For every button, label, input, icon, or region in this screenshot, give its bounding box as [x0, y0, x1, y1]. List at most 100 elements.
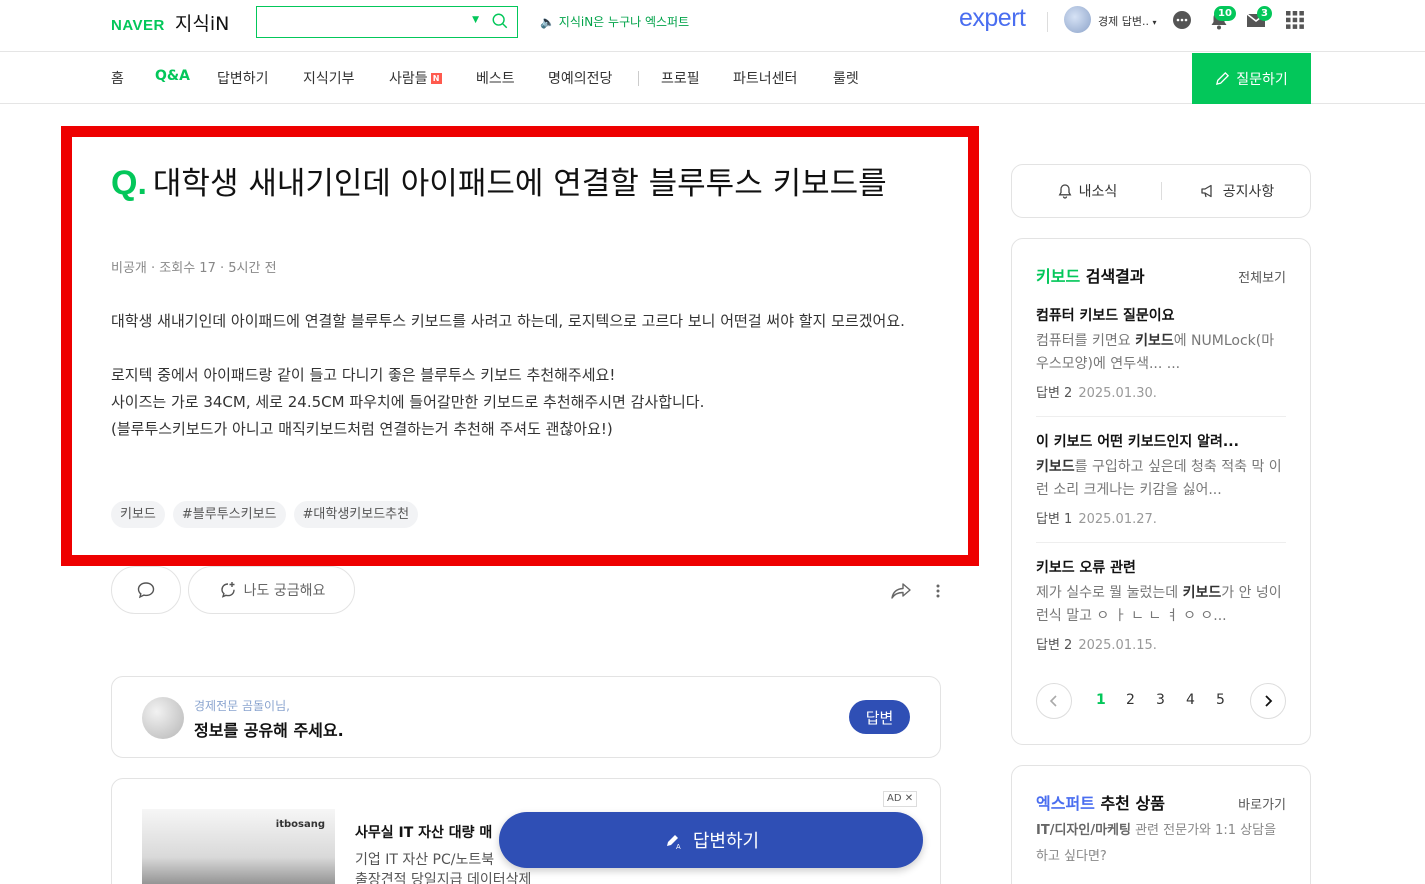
chat-icon[interactable] — [1171, 9, 1193, 31]
curious-button[interactable]: 나도 궁금해요 — [188, 566, 355, 614]
user-name: 경제 답변.. — [1098, 15, 1149, 28]
result-date: 2025.01.27. — [1078, 512, 1157, 527]
nav-home[interactable]: 홈 — [111, 68, 124, 88]
ad-badge[interactable]: AD ✕ — [883, 791, 918, 807]
expert-keyword: 엑스퍼트 — [1036, 794, 1095, 813]
snippet-keyword: 키보드 — [1036, 459, 1075, 475]
chevron-left-icon — [1049, 695, 1057, 707]
expert-heading: 엑스퍼트 추천 상품 — [1036, 790, 1165, 814]
search-box[interactable]: ▼ — [256, 6, 518, 38]
result-meta: 답변 2 2025.01.15. — [1036, 634, 1286, 653]
question-views: 조회수 17 — [159, 261, 216, 276]
body-line: 사이즈는 가로 34CM, 세로 24.5CM 파우치에 들어갈만한 키보드로 … — [111, 393, 705, 411]
header-divider — [1047, 12, 1048, 32]
result-item[interactable]: 이 키보드 어떤 키보드인지 알려... 키보드를 구입하고 싶은데 청축 적축… — [1036, 431, 1286, 527]
answer-button[interactable]: 답변 — [849, 700, 910, 734]
body-line: 대학생 새내기인데 아이패드에 연결할 블루투스 키보드를 사려고 하는데, 로… — [111, 312, 905, 330]
tag-chip[interactable]: #대학생키보드추천 — [293, 501, 419, 528]
page-1[interactable]: 1 — [1096, 692, 1106, 708]
kin-logo[interactable]: 지식iN — [175, 9, 229, 36]
question-body: 대학생 새내기인데 아이패드에 연결할 블루투스 키보드를 사려고 하는데, 로… — [111, 308, 946, 443]
nav-roulette[interactable]: 룰렛 — [833, 68, 859, 88]
result-meta: 답변 2 2025.01.30. — [1036, 382, 1286, 401]
close-icon[interactable]: ✕ — [905, 793, 913, 804]
result-item[interactable]: 키보드 오류 관련 제가 실수로 뭘 눌렀는데 키보드가 안 넝이런식 말고 ㅇ… — [1036, 557, 1286, 653]
nav-qna[interactable]: Q&A — [155, 68, 190, 84]
naver-kin-logo[interactable]: NAVER 지식iN — [111, 9, 229, 36]
nav-best[interactable]: 베스트 — [476, 68, 515, 88]
user-name-menu[interactable]: 경제 답변.. ▾ — [1098, 13, 1157, 29]
result-item[interactable]: 컴퓨터 키보드 질문이요 컴퓨터를 키면요 키보드에 NUMLock(마우스모양… — [1036, 305, 1286, 401]
curious-label: 나도 궁금해요 — [243, 583, 326, 599]
result-answer-count: 답변 1 — [1036, 512, 1073, 527]
search-results-heading: 키보드 검색결과 — [1036, 263, 1145, 287]
answer-prompt-card: 경제전문 곰돌이님, 정보를 공유해 주세요. 답변 — [111, 676, 941, 758]
naver-logo[interactable]: NAVER — [111, 17, 165, 34]
notice-link[interactable]: 🔈 지식iN은 누구나 엑스퍼트 — [540, 13, 689, 30]
page-5[interactable]: 5 — [1216, 692, 1225, 708]
ask-question-button[interactable]: 질문하기 — [1192, 53, 1311, 104]
page-2[interactable]: 2 — [1126, 692, 1135, 708]
nav-divider — [638, 71, 639, 86]
ad-title[interactable]: 사무실 IT 자산 대량 매 — [355, 822, 492, 842]
comment-icon — [137, 582, 155, 599]
next-page-button[interactable] — [1250, 683, 1286, 719]
result-title[interactable]: 키보드 오류 관련 — [1036, 557, 1286, 577]
snippet-text: 제가 실수로 뭘 눌렀는데 — [1036, 585, 1183, 601]
nav-answer[interactable]: 답변하기 — [217, 68, 269, 88]
snippet-keyword: 키보드 — [1135, 333, 1174, 349]
new-badge: N — [430, 73, 442, 84]
result-title[interactable]: 컴퓨터 키보드 질문이요 — [1036, 305, 1286, 325]
result-snippet: 키보드를 구입하고 싶은데 청축 적축 막 이런 소리 크게나는 키감을 싫어.… — [1036, 456, 1286, 502]
caret-down-icon: ▾ — [1152, 18, 1157, 27]
pencil-icon — [1216, 71, 1230, 86]
expert-logo[interactable]: expert — [959, 4, 1026, 33]
ad-image[interactable]: itbosang — [142, 809, 335, 884]
my-news-link[interactable]: 내소식 — [1012, 165, 1162, 217]
question-title-text: 대학생 새내기인데 아이패드에 연결할 블루투스 키보드를 — [152, 166, 887, 202]
svg-text:A: A — [676, 844, 681, 850]
nav-partner-center[interactable]: 파트너센터 — [733, 68, 797, 88]
expert-shortcut-link[interactable]: 바로가기 — [1238, 794, 1286, 813]
question-title: Q. 대학생 새내기인데 아이패드에 연결할 블루투스 키보드를 — [111, 162, 941, 205]
speaker-icon: 🔈 — [540, 15, 555, 29]
body-line: (블루투스키보드가 아니고 매직키보드처럼 연결하는거 추천해 주셔도 괜찮아요… — [111, 420, 613, 438]
snippet-keyword: 키보드 — [1182, 585, 1222, 601]
apps-grid-icon[interactable] — [1284, 9, 1306, 31]
notices-link[interactable]: 공지사항 — [1162, 165, 1312, 217]
result-title[interactable]: 이 키보드 어떤 키보드인지 알려... — [1036, 431, 1286, 451]
pencil-icon: A — [666, 835, 681, 850]
result-snippet: 컴퓨터를 키면요 키보드에 NUMLock(마우스모양)에 연두색... ... — [1036, 330, 1286, 376]
nav-people[interactable]: 사람들 N — [389, 68, 442, 88]
result-answer-count: 답변 2 — [1036, 386, 1073, 401]
page-3[interactable]: 3 — [1156, 692, 1165, 708]
nav-profile[interactable]: 프로필 — [661, 68, 700, 88]
keyword-search-results: 키보드 검색결과 전체보기 컴퓨터 키보드 질문이요 컴퓨터를 키면요 키보드에… — [1011, 238, 1311, 745]
answerer-name: 경제전문 곰돌이님, — [194, 699, 290, 713]
divider — [1036, 416, 1286, 417]
tag-chip[interactable]: 키보드 — [111, 501, 165, 528]
tag-chip[interactable]: #블루투스키보드 — [172, 501, 286, 528]
top-header: NAVER 지식iN ▼ 🔈 지식iN은 누구나 엑스퍼트 expert 경제 … — [0, 0, 1425, 52]
more-vertical-icon[interactable] — [933, 582, 943, 600]
prev-page-button[interactable] — [1036, 683, 1072, 719]
floating-answer-label: 답변하기 — [692, 831, 760, 852]
result-date: 2025.01.15. — [1078, 638, 1157, 653]
mail-count-badge: 3 — [1257, 6, 1272, 21]
result-date: 2025.01.30. — [1078, 386, 1157, 401]
comment-button[interactable] — [111, 566, 181, 614]
ad-description: 출장견적 당일지급 데이터삭제 — [355, 872, 532, 884]
body-line: 로지텍 중에서 아이패드랑 같이 들고 다니기 좋은 블루투스 키보드 추천해주… — [111, 366, 616, 384]
answer-prompt-message: 정보를 공유해 주세요. — [194, 721, 344, 740]
share-icon[interactable] — [890, 582, 912, 600]
expert-categories: IT/디자인/마케팅 — [1036, 823, 1131, 838]
search-icon[interactable] — [491, 12, 509, 30]
user-avatar[interactable] — [1064, 6, 1091, 33]
nav-donate[interactable]: 지식기부 — [303, 68, 355, 88]
caret-down-icon[interactable]: ▼ — [472, 15, 479, 25]
nav-hall-of-fame[interactable]: 명예의전당 — [548, 68, 612, 88]
floating-answer-button[interactable]: A 답변하기 — [499, 812, 923, 868]
see-all-link[interactable]: 전체보기 — [1238, 267, 1286, 286]
result-snippet: 제가 실수로 뭘 눌렀는데 키보드가 안 넝이런식 말고 ㅇ ㅏ ㄴ ㄴ ㅕ ㅇ… — [1036, 582, 1286, 628]
page-4[interactable]: 4 — [1186, 692, 1195, 708]
